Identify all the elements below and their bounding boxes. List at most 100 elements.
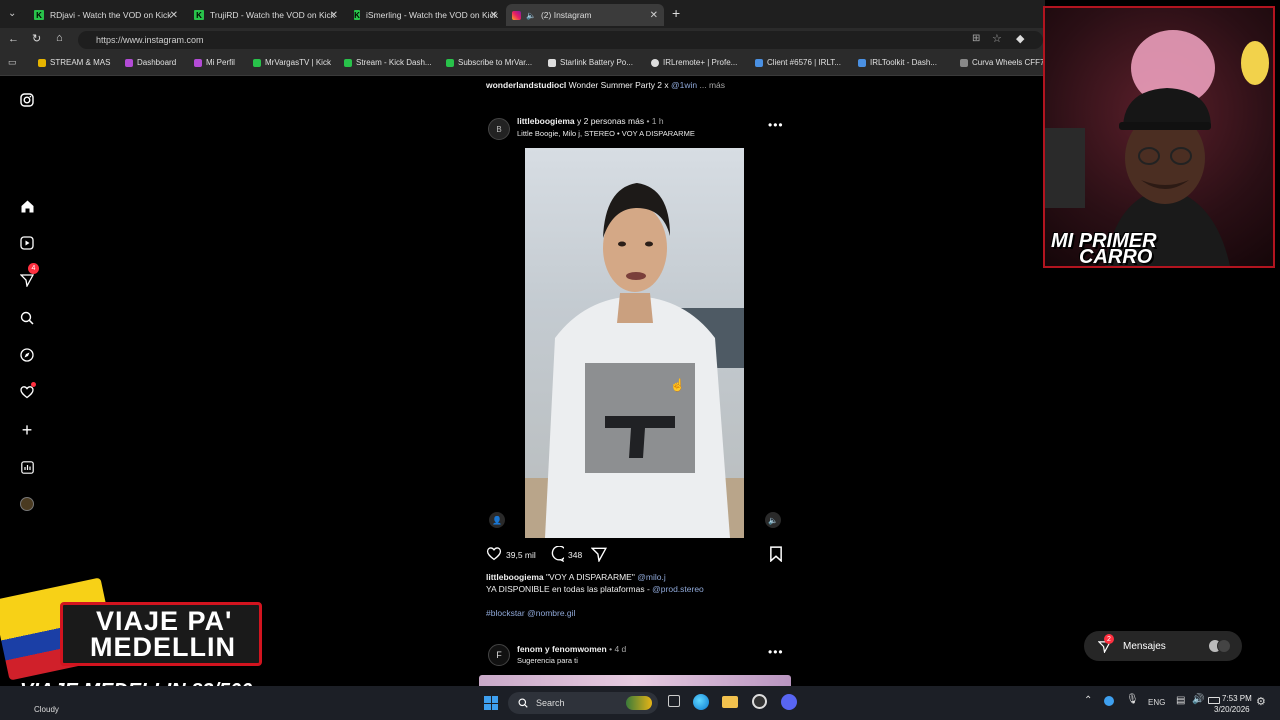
battery-icon[interactable] [1208, 697, 1220, 704]
obs-icon[interactable] [752, 694, 767, 709]
tab-ismerling[interactable]: K iSmerling - Watch the VOD on Kick ✕ [348, 4, 504, 26]
edge-icon[interactable] [693, 694, 709, 710]
bookmark-favicon-icon [125, 58, 133, 67]
bookmark-label: STREAM & MAS [50, 58, 111, 67]
messages-button[interactable]: 2 Mensajes [1084, 631, 1242, 661]
previous-post-caption: wonderlandstudiocl Wonder Summer Party 2… [486, 80, 725, 90]
post-author-avatar[interactable]: B [488, 118, 510, 140]
speaker-icon[interactable]: 🔈 [526, 11, 536, 20]
hashtag-link[interactable]: #blockstar [486, 608, 525, 618]
microphone-icon[interactable]: 🎙 [1126, 694, 1139, 705]
clock-date[interactable]: 3/20/2026 [1214, 705, 1250, 714]
url-text: https://www.instagram.com [96, 35, 204, 45]
new-tab-icon[interactable]: + [672, 5, 680, 21]
previous-post-username[interactable]: wonderlandstudiocl [486, 80, 566, 90]
discord-icon[interactable] [781, 694, 797, 710]
tab-instagram[interactable]: 🔈 (2) Instagram ✕ [506, 4, 664, 26]
language-indicator[interactable]: ENG [1148, 698, 1165, 707]
comment-button[interactable] [548, 545, 567, 567]
explore-icon[interactable] [18, 346, 36, 364]
close-tab-icon[interactable]: ✕ [170, 10, 178, 21]
refresh-icon[interactable]: ↻ [32, 32, 41, 45]
next-post-subtitle: Sugerencia para ti [517, 656, 578, 665]
extension-icon[interactable]: ◆ [1016, 32, 1024, 45]
caption-mention-producer[interactable]: @prod.stereo [652, 584, 704, 594]
previous-post-mention[interactable]: @1win [671, 80, 697, 90]
post-options-icon[interactable]: ••• [768, 118, 784, 132]
caption-username[interactable]: littleboogiema [486, 572, 544, 582]
hashtag-mention[interactable]: @nombre.gil [527, 608, 575, 618]
weather-label[interactable]: Cloudy [34, 705, 59, 714]
profile-avatar[interactable] [18, 495, 36, 513]
save-bookmark-icon[interactable] [769, 546, 783, 567]
video-user-tag-icon[interactable]: 👤 [489, 512, 505, 528]
reels-icon[interactable] [18, 234, 36, 252]
bookmark-stream-mas[interactable]: STREAM & MAS [38, 58, 110, 67]
bookmark-dashboard[interactable]: Dashboard [125, 58, 176, 67]
comment-count[interactable]: 348 [568, 550, 582, 560]
notification-dot [31, 382, 36, 387]
back-icon[interactable]: ← [8, 33, 19, 45]
volume-icon[interactable]: 🔊 [1192, 694, 1204, 705]
bookmark-irltoolkit[interactable]: IRLToolkit - Dash... [858, 58, 937, 67]
more-link[interactable]: ... más [700, 80, 726, 90]
instagram-logo-icon[interactable] [18, 91, 36, 109]
file-explorer-icon[interactable] [722, 696, 738, 708]
url-input[interactable]: https://www.instagram.com [78, 31, 1043, 49]
kick-icon: K [354, 10, 361, 20]
dashboard-icon[interactable] [18, 458, 36, 476]
bookmark-subscribe[interactable]: Subscribe to MrVar... [446, 58, 532, 67]
direct-messages-icon[interactable]: 4 [18, 263, 39, 289]
next-post-media[interactable] [479, 675, 791, 686]
create-plus-icon[interactable]: + [18, 420, 36, 440]
clock-time[interactable]: 7:53 PM [1222, 694, 1252, 703]
post-hashtags: #blockstar @nombre.gil [486, 608, 575, 618]
taskbar-search[interactable]: Search [508, 692, 658, 714]
tab-rdjavi[interactable]: K RDjavi - Watch the VOD on Kick ✕ [28, 4, 184, 26]
next-post-options-icon[interactable]: ••• [768, 645, 784, 659]
bookmark-curva-wheels[interactable]: Curva Wheels CFF76 [960, 58, 1049, 67]
like-count[interactable]: 39,5 mil [506, 550, 536, 560]
trip-banner-overlay: VIAJE PA' MEDELLIN VIAJE MEDELLIN 82/500 [0, 577, 265, 702]
notifications-heart-icon[interactable] [18, 382, 36, 401]
video-mute-icon[interactable]: 🔈 [765, 512, 781, 528]
caption-mention[interactable]: @milo.j [637, 572, 665, 582]
post-username[interactable]: littleboogiema [517, 116, 575, 126]
bookmark-label: MrVargasTV | Kick [265, 58, 331, 67]
tray-chevron-icon[interactable]: ⌃ [1084, 695, 1092, 706]
messages-label: Mensajes [1123, 640, 1166, 652]
next-post-header: fenom y fenomwomen • 4 d [517, 644, 626, 654]
tray-network-app-icon[interactable] [1104, 696, 1114, 706]
bookmark-client[interactable]: Client #6576 | IRLT... [755, 58, 841, 67]
tab-actions-icon[interactable]: ⌄ [8, 8, 16, 19]
bookmark-stream-kick[interactable]: Stream - Kick Dash... [344, 58, 432, 67]
bookmark-mrvargastv[interactable]: MrVargasTV | Kick [253, 58, 331, 67]
bookmark-irlremote[interactable]: IRLremote+ | Profe... [651, 58, 737, 67]
wifi-icon[interactable]: ▤ [1176, 695, 1185, 706]
kick-icon [344, 58, 352, 67]
like-button[interactable] [486, 546, 502, 566]
post-coauthors[interactable]: y 2 personas más [577, 116, 644, 126]
close-tab-icon[interactable]: ✕ [650, 10, 658, 21]
home-icon[interactable]: ⌂ [56, 32, 63, 44]
caption-title: "VOY A DISPARARME" [546, 572, 635, 582]
close-tab-icon[interactable]: ✕ [330, 10, 338, 21]
post-caption: littleboogiema "VOY A DISPARARME" @milo.… [486, 572, 666, 582]
bookmark-starlink[interactable]: Starlink Battery Po... [548, 58, 633, 67]
search-icon[interactable] [18, 309, 36, 327]
split-screen-icon[interactable]: ⊞ [972, 33, 980, 44]
bookmarks-menu-icon[interactable]: ▭ [8, 57, 17, 68]
next-post-username[interactable]: fenom y fenomwomen [517, 644, 607, 654]
bookmark-mi-perfil[interactable]: Mi Perfil [194, 58, 235, 67]
windows-start-icon[interactable] [484, 696, 498, 710]
close-tab-icon[interactable]: ✕ [490, 10, 498, 21]
post-audio[interactable]: Little Boogie, Milo j, STEREO • VOY A DI… [517, 129, 695, 138]
notification-center-icon[interactable]: ⚙ [1256, 695, 1266, 708]
share-icon[interactable] [590, 546, 608, 567]
next-post-avatar[interactable]: F [488, 644, 510, 666]
task-view-icon[interactable] [668, 695, 680, 707]
tab-trujird[interactable]: K TrujiRD - Watch the VOD on Kick ✕ [188, 4, 344, 26]
home-icon[interactable] [18, 197, 36, 215]
instagram-favicon-icon [512, 10, 521, 20]
favorite-star-icon[interactable]: ☆ [992, 32, 1002, 45]
